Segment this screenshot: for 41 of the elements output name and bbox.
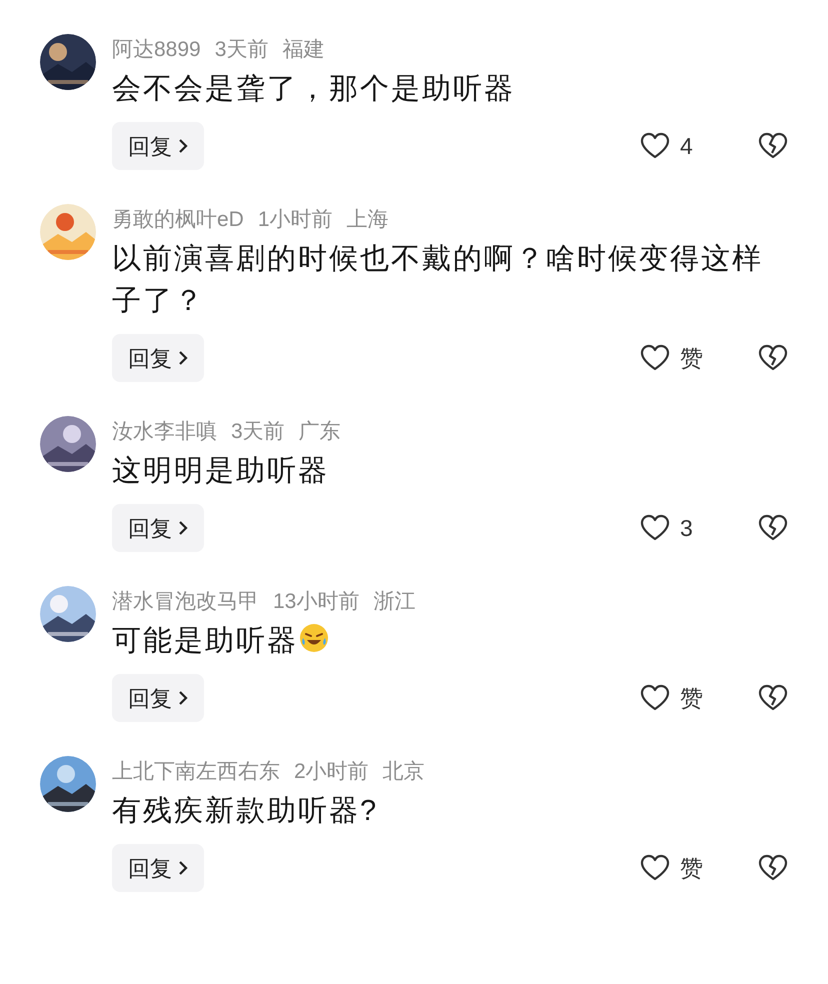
comment-location: 浙江 xyxy=(373,589,416,615)
like-count: 赞 xyxy=(680,344,703,373)
comment-text: 会不会是聋了，那个是助听器 xyxy=(112,72,516,107)
comment-text: 可能是助听器 xyxy=(112,620,780,662)
chevron-right-icon xyxy=(178,690,188,706)
heart-icon[interactable] xyxy=(640,132,670,160)
chevron-right-icon xyxy=(178,860,188,876)
heart-icon[interactable] xyxy=(640,854,670,882)
heart-icon[interactable] xyxy=(640,514,670,542)
comment-time: 1小时前 xyxy=(258,207,333,233)
comment-time: 13小时前 xyxy=(273,589,360,615)
comment-text: 有残疾新款助听器? xyxy=(112,794,380,829)
comment-location: 广东 xyxy=(298,419,341,445)
comment-time: 3天前 xyxy=(214,37,268,63)
comment-time: 2小时前 xyxy=(294,759,369,785)
comment-location: 上海 xyxy=(346,207,389,233)
comment-time: 3天前 xyxy=(231,419,285,445)
comment-location: 福建 xyxy=(282,37,324,63)
broken-heart-icon[interactable] xyxy=(758,514,788,542)
comment-text: 这明明是助听器 xyxy=(112,454,330,489)
like-count: 4 xyxy=(680,132,693,161)
reply-button[interactable]: 回复 xyxy=(112,674,204,722)
broken-heart-icon[interactable] xyxy=(758,684,788,712)
chevron-right-icon xyxy=(178,138,188,154)
broken-heart-icon[interactable] xyxy=(758,854,788,882)
like-count: 赞 xyxy=(680,684,703,713)
broken-heart-icon[interactable] xyxy=(758,132,788,160)
reply-button[interactable]: 回复 xyxy=(112,844,204,892)
chevron-right-icon xyxy=(178,350,188,366)
reply-button[interactable]: 回复 xyxy=(112,334,204,382)
heart-icon[interactable] xyxy=(640,344,670,372)
like-count: 3 xyxy=(680,514,693,543)
reply-button[interactable]: 回复 xyxy=(112,504,204,552)
reply-button[interactable]: 回复 xyxy=(112,122,204,170)
chevron-right-icon xyxy=(178,520,188,536)
broken-heart-icon[interactable] xyxy=(758,344,788,372)
laughing-emoji-icon xyxy=(298,622,330,654)
heart-icon[interactable] xyxy=(640,684,670,712)
like-count: 赞 xyxy=(680,854,703,883)
comment-text: 以前演喜剧的时候也不戴的啊？啥时候变得这样子了？ xyxy=(112,242,764,319)
comment-location: 北京 xyxy=(382,759,425,785)
